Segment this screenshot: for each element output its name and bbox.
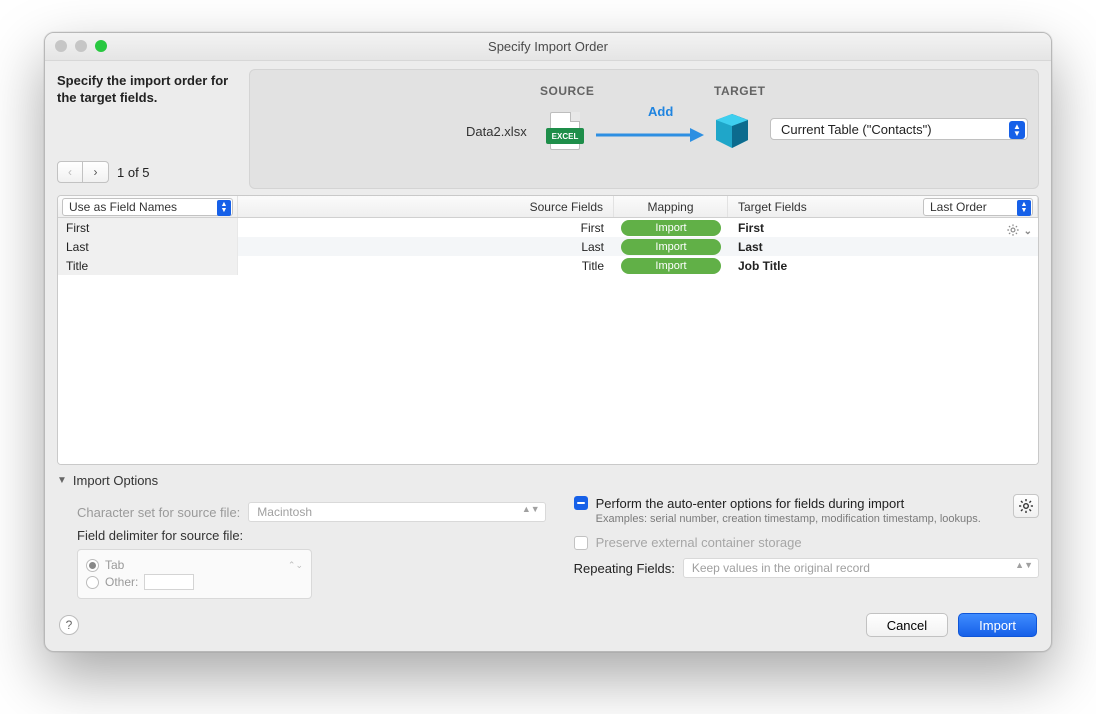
select-arrows-icon: ▲▼ bbox=[1017, 200, 1031, 216]
source-name-cell: First bbox=[58, 218, 238, 237]
charset-label: Character set for source file: bbox=[77, 505, 240, 520]
record-navigator: ‹ › 1 of 5 bbox=[57, 161, 150, 183]
window-minimize-button[interactable] bbox=[75, 40, 87, 52]
target-table-select[interactable]: Current Table ("Contacts") ▲▼ bbox=[770, 118, 1028, 140]
table-header: Use as Field Names ▲▼ Source Fields Mapp… bbox=[58, 196, 1038, 218]
field-mapping-table: Use as Field Names ▲▼ Source Fields Mapp… bbox=[57, 195, 1039, 465]
record-counter: 1 of 5 bbox=[117, 165, 150, 180]
source-heading: SOURCE bbox=[540, 84, 594, 98]
delimiter-other-radio bbox=[86, 576, 99, 589]
select-arrows-icon: ⌃⌄ bbox=[288, 560, 303, 571]
select-arrows-icon: ▲▼ bbox=[1015, 562, 1033, 569]
charset-select: Macintosh ▲▼ bbox=[248, 502, 545, 522]
add-mode-label: Add bbox=[648, 104, 673, 119]
gear-icon[interactable] bbox=[1006, 223, 1020, 240]
preserve-storage-label: Preserve external container storage bbox=[596, 535, 802, 550]
mapping-pill[interactable]: Import bbox=[621, 239, 721, 255]
filemaker-target-icon bbox=[712, 110, 752, 150]
instruction-text: Specify the import order for the target … bbox=[57, 73, 242, 107]
delimiter-tab-radio bbox=[86, 559, 99, 572]
source-value-cell: First bbox=[238, 221, 614, 235]
import-button[interactable]: Import bbox=[958, 613, 1037, 637]
auto-enter-sub: Examples: serial number, creation timest… bbox=[596, 513, 981, 525]
select-arrows-icon: ▲▼ bbox=[522, 506, 540, 513]
target-field-cell: Job Title bbox=[728, 259, 1038, 273]
source-value-cell: Last bbox=[238, 240, 614, 254]
source-name-cell: Title bbox=[58, 256, 238, 275]
col-header-target: Target Fields bbox=[738, 200, 807, 214]
target-field-cell: First bbox=[738, 221, 764, 235]
select-arrows-icon: ▲▼ bbox=[217, 200, 231, 216]
dialog-footer: ? Cancel Import bbox=[45, 599, 1051, 651]
col-header-source: Source Fields bbox=[238, 196, 614, 217]
auto-enter-options-button[interactable] bbox=[1013, 494, 1039, 518]
col-header-mapping: Mapping bbox=[614, 196, 728, 217]
select-arrows-icon: ▲▼ bbox=[1009, 121, 1025, 139]
first-row-action-select[interactable]: Use as Field Names ▲▼ bbox=[62, 198, 233, 216]
mapping-pill[interactable]: Import bbox=[621, 258, 721, 274]
delimiter-label: Field delimiter for source file: bbox=[77, 528, 243, 543]
cancel-button[interactable]: Cancel bbox=[866, 613, 948, 637]
table-row[interactable]: Title Title Import Job Title bbox=[58, 256, 1038, 275]
table-row[interactable]: Last Last Import Last bbox=[58, 237, 1038, 256]
arrow-icon[interactable] bbox=[594, 125, 704, 145]
target-field-cell: Last bbox=[728, 240, 1038, 254]
table-row[interactable]: First First Import First ⌄ bbox=[58, 218, 1038, 237]
repeating-fields-label: Repeating Fields: bbox=[574, 561, 675, 576]
source-name-cell: Last bbox=[58, 237, 238, 256]
mapping-pill[interactable]: Import bbox=[621, 220, 721, 236]
target-table-value: Current Table ("Contacts") bbox=[781, 122, 932, 137]
next-record-button[interactable]: › bbox=[83, 161, 109, 183]
field-order-select[interactable]: Last Order ▲▼ bbox=[923, 198, 1033, 216]
target-heading: TARGET bbox=[714, 84, 765, 98]
source-target-banner: SOURCE TARGET Add Data2.xlsx EXCEL Curre… bbox=[249, 69, 1039, 189]
delimiter-other-input bbox=[144, 574, 194, 590]
source-value-cell: Title bbox=[238, 259, 614, 273]
dialog-window: Specify Import Order Specify the import … bbox=[44, 32, 1052, 652]
preserve-storage-checkbox bbox=[574, 536, 588, 550]
auto-enter-checkbox[interactable] bbox=[574, 496, 588, 510]
disclosure-triangle-icon[interactable]: ▼ bbox=[57, 475, 67, 486]
titlebar: Specify Import Order bbox=[45, 33, 1051, 61]
help-button[interactable]: ? bbox=[59, 615, 79, 635]
import-options-section: ▼ Import Options Character set for sourc… bbox=[57, 473, 1039, 599]
window-close-button[interactable] bbox=[55, 40, 67, 52]
prev-record-button[interactable]: ‹ bbox=[57, 161, 83, 183]
source-file-name: Data2.xlsx bbox=[466, 124, 527, 139]
repeating-fields-select: Keep values in the original record ▲▼ bbox=[683, 558, 1039, 578]
chevron-down-icon[interactable]: ⌄ bbox=[1024, 226, 1032, 237]
delimiter-radio-group: Tab ⌃⌄ Other: bbox=[77, 549, 312, 599]
auto-enter-label: Perform the auto-enter options for field… bbox=[596, 496, 981, 511]
window-title: Specify Import Order bbox=[488, 39, 608, 54]
excel-file-icon: EXCEL bbox=[550, 112, 580, 150]
import-options-heading: Import Options bbox=[73, 473, 158, 488]
window-zoom-button[interactable] bbox=[95, 40, 107, 52]
